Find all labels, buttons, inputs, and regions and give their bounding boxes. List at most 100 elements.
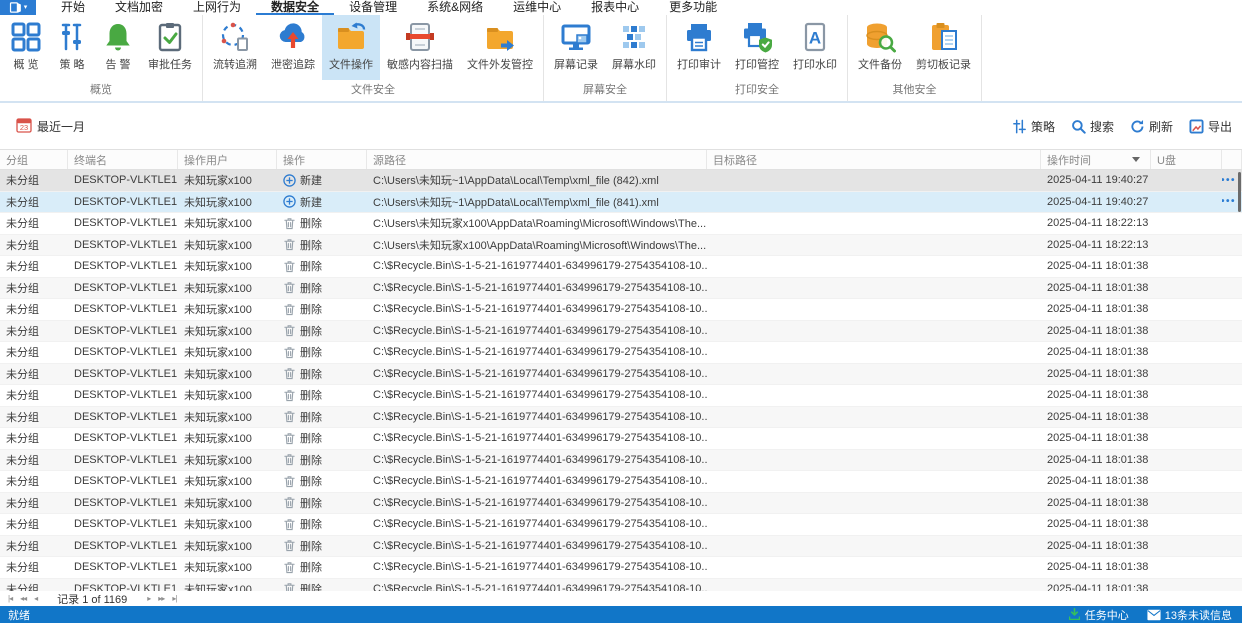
ribbon-button-trace-cycle[interactable]: 流转追溯 (206, 15, 264, 80)
export-button[interactable]: 导出 (1189, 118, 1232, 135)
table-row[interactable]: 未分组 DESKTOP-VLKTLE1 未知玩家x100 删除 C:\$Recycle.… (0, 514, 1242, 536)
doc-scan-icon (404, 21, 436, 53)
cell-source-path: C:\$Recycle.Bin\S-1-5-21-1619774401-6349… (373, 475, 707, 488)
cell-group: 未分组 (6, 347, 39, 360)
column-header-操作用户[interactable]: 操作用户 (178, 150, 277, 169)
column-header-U盘[interactable]: U盘 (1151, 150, 1222, 169)
grid-icon (10, 21, 42, 53)
cell-user: 未知玩家x100 (184, 390, 252, 403)
refresh-button[interactable]: 刷新 (1130, 118, 1173, 135)
ribbon-button-folder-return[interactable]: 文件操作 (322, 15, 380, 80)
ribbon-button-sliders[interactable]: 策 略 (49, 15, 95, 80)
menu-tab-更多功能[interactable]: 更多功能 (654, 0, 732, 15)
menu-tab-文档加密[interactable]: 文档加密 (100, 0, 178, 15)
ribbon-button-printer[interactable]: 打印审计 (670, 15, 728, 80)
ribbon-button-db-search[interactable]: 文件备份 (851, 15, 909, 80)
app-menu-button[interactable]: ▾ (0, 0, 36, 15)
table-row[interactable]: 未分组 DESKTOP-VLKTLE1 未知玩家x100 删除 C:\Users\未知玩… (0, 213, 1242, 235)
table-row[interactable]: 未分组 DESKTOP-VLKTLE1 未知玩家x100 删除 C:\$Recycle.… (0, 256, 1242, 278)
table-row[interactable]: 未分组 DESKTOP-VLKTLE1 未知玩家x100 删除 C:\$Recycle.… (0, 578, 1242, 591)
cell-time: 2025-04-11 19:40:27 (1047, 195, 1149, 208)
policy-button[interactable]: 策略 (1012, 118, 1055, 135)
menu-tab-设备管理[interactable]: 设备管理 (334, 0, 412, 15)
menu-tab-系统&网络[interactable]: 系统&网络 (412, 0, 498, 15)
prev-page-button[interactable]: ◂ (32, 594, 39, 603)
messages-button[interactable]: 13条未读信息 (1147, 607, 1232, 623)
sort-caret-icon[interactable] (1132, 157, 1140, 162)
menu-tab-报表中心[interactable]: 报表中心 (576, 0, 654, 15)
table-row[interactable]: 未分组 DESKTOP-VLKTLE1 未知玩家x100 删除 C:\$Recycle.… (0, 363, 1242, 385)
fast-next-button[interactable]: ▸▸ (156, 594, 166, 603)
cell-terminal: DESKTOP-VLKTLE1 (74, 346, 178, 359)
menu-tab-开始[interactable]: 开始 (46, 0, 100, 15)
ribbon-button-pixels[interactable]: 屏幕水印 (605, 15, 663, 80)
calendar-icon: 23 (16, 117, 32, 136)
table-row[interactable]: 未分组 DESKTOP-VLKTLE1 未知玩家x100 删除 C:\$Recycle.… (0, 449, 1242, 471)
ribbon-button-cloud-leak[interactable]: 泄密追踪 (264, 15, 322, 80)
task-center-button[interactable]: 任务中心 (1068, 607, 1129, 623)
menu-tab-数据安全[interactable]: 数据安全 (256, 0, 335, 15)
cell-operation: 删除 (277, 430, 367, 446)
table-row[interactable]: 未分组 DESKTOP-VLKTLE1 未知玩家x100 删除 C:\$Recycle.… (0, 428, 1242, 450)
column-header-源路径[interactable]: 源路径 (367, 150, 707, 169)
fast-prev-button[interactable]: ◂◂ (18, 594, 28, 603)
cell-operation: 删除 (277, 215, 367, 231)
cell-terminal: DESKTOP-VLKTLE1 (74, 389, 178, 402)
cell-terminal: DESKTOP-VLKTLE1 (74, 432, 178, 445)
cell-group: 未分组 (6, 540, 39, 553)
table-row[interactable]: 未分组 DESKTOP-VLKTLE1 未知玩家x100 删除 C:\$Recycle.… (0, 342, 1242, 364)
first-page-button[interactable]: |◂ (6, 594, 14, 603)
search-button[interactable]: 搜索 (1071, 118, 1114, 135)
ribbon-button-grid[interactable]: 概 览 (3, 15, 49, 80)
column-header-操作[interactable]: 操作 (277, 150, 367, 169)
ribbon-button-bell[interactable]: 告 警 (95, 15, 141, 80)
column-header-终端名[interactable]: 终端名 (68, 150, 178, 169)
cell-group: 未分组 (6, 196, 39, 209)
column-header-操作时间[interactable]: 操作时间 (1041, 150, 1151, 169)
ribbon-button-printer-shield[interactable]: 打印管控 (728, 15, 786, 80)
table-row[interactable]: 未分组 DESKTOP-VLKTLE1 未知玩家x100 删除 C:\$Recycle.… (0, 492, 1242, 514)
next-page-button[interactable]: ▸ (145, 594, 152, 603)
new-file-icon (283, 174, 296, 187)
ribbon-button-folder-out[interactable]: 文件外发管控 (460, 15, 540, 80)
table-toolbar: 策略 搜索 刷新 导出 (1012, 118, 1232, 135)
table-row[interactable]: 未分组 DESKTOP-VLKTLE1 未知玩家x100 删除 C:\$Recycle.… (0, 385, 1242, 407)
cell-source-path: C:\$Recycle.Bin\S-1-5-21-1619774401-6349… (373, 281, 707, 294)
column-header-目标路径[interactable]: 目标路径 (707, 150, 1041, 169)
date-range-filter[interactable]: 23 最近一月 (16, 117, 85, 136)
vertical-scrollbar[interactable] (1238, 172, 1241, 212)
delete-icon (283, 539, 296, 552)
table-row[interactable]: 未分组 DESKTOP-VLKTLE1 未知玩家x100 新建 C:\Users\未知玩… (0, 170, 1242, 192)
table-row[interactable]: 未分组 DESKTOP-VLKTLE1 未知玩家x100 删除 C:\$Recycle.… (0, 535, 1242, 557)
table-row[interactable]: 未分组 DESKTOP-VLKTLE1 未知玩家x100 新建 C:\Users\未知玩… (0, 191, 1242, 213)
ribbon-button-label: 打印管控 (735, 59, 779, 71)
cell-terminal: DESKTOP-VLKTLE1 (74, 195, 178, 208)
bell-icon (102, 21, 134, 53)
cell-source-path: C:\$Recycle.Bin\S-1-5-21-1619774401-6349… (373, 260, 707, 273)
ribbon-button-clipboard-check[interactable]: 审批任务 (141, 15, 199, 80)
table-row[interactable]: 未分组 DESKTOP-VLKTLE1 未知玩家x100 删除 C:\$Recycle.… (0, 277, 1242, 299)
table-row[interactable]: 未分组 DESKTOP-VLKTLE1 未知玩家x100 删除 C:\$Recycle.… (0, 557, 1242, 579)
records-table: 分组 终端名 操作用户 操作 源路径 目标路径 操作时间 U盘 未分组 DESKTOP-VLKT… (0, 149, 1242, 591)
refresh-icon (1130, 119, 1145, 134)
last-page-button[interactable]: ▸| (170, 594, 178, 603)
column-header-actions[interactable] (1222, 150, 1242, 169)
ribbon-button-clipboard-doc[interactable]: 剪切板记录 (909, 15, 978, 80)
table-row[interactable]: 未分组 DESKTOP-VLKTLE1 未知玩家x100 删除 C:\Users\未知玩… (0, 234, 1242, 256)
ribbon-button-monitor[interactable]: 屏幕记录 (547, 15, 605, 80)
table-row[interactable]: 未分组 DESKTOP-VLKTLE1 未知玩家x100 删除 C:\$Recycle.… (0, 299, 1242, 321)
table-row[interactable]: 未分组 DESKTOP-VLKTLE1 未知玩家x100 删除 C:\$Recycle.… (0, 320, 1242, 342)
delete-icon (283, 346, 296, 359)
cell-terminal: DESKTOP-VLKTLE1 (74, 582, 178, 591)
ribbon-button-label: 告 警 (105, 59, 131, 71)
date-filter-label: 最近一月 (37, 119, 86, 134)
menu-tab-上网行为[interactable]: 上网行为 (178, 0, 256, 15)
table-row[interactable]: 未分组 DESKTOP-VLKTLE1 未知玩家x100 删除 C:\$Recycle.… (0, 406, 1242, 428)
column-header-分组[interactable]: 分组 (0, 150, 68, 169)
ribbon-button-doc-scan[interactable]: 敏感内容扫描 (380, 15, 460, 80)
cell-source-path: C:\$Recycle.Bin\S-1-5-21-1619774401-6349… (373, 561, 707, 574)
cell-source-path: C:\$Recycle.Bin\S-1-5-21-1619774401-6349… (373, 303, 707, 316)
table-row[interactable]: 未分组 DESKTOP-VLKTLE1 未知玩家x100 删除 C:\$Recycle.… (0, 471, 1242, 493)
menu-tab-运维中心[interactable]: 运维中心 (498, 0, 576, 15)
ribbon-button-doc-a[interactable]: A 打印水印 (786, 15, 844, 80)
